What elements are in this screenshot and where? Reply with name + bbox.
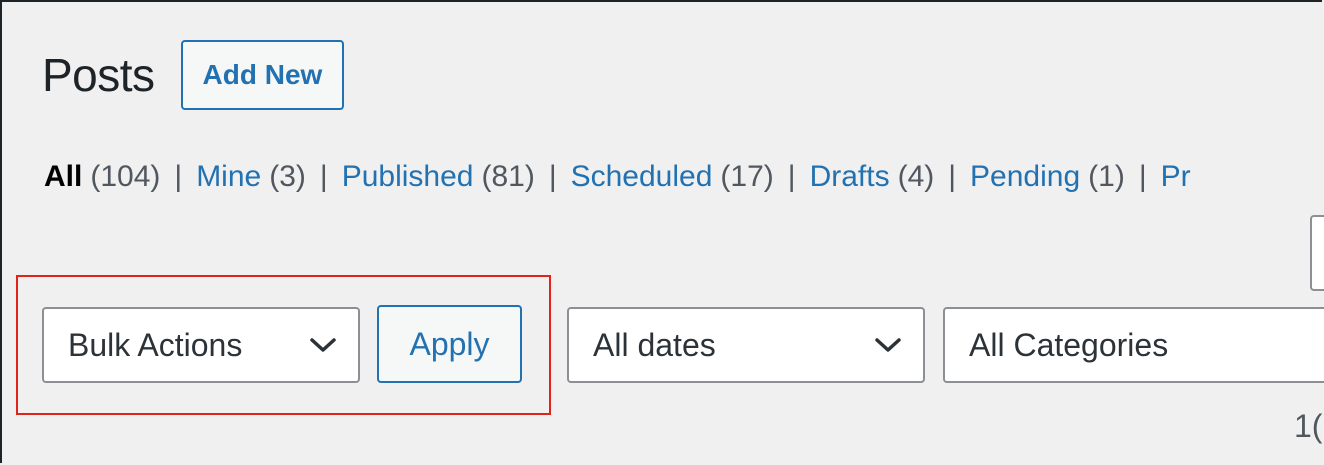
items-count: 1( bbox=[1294, 408, 1323, 444]
add-new-button[interactable]: Add New bbox=[180, 40, 345, 110]
filter-separator: | bbox=[174, 160, 183, 193]
chevron-down-icon bbox=[875, 338, 901, 352]
filter-pending-link[interactable]: Pending bbox=[970, 160, 1080, 194]
filter-separator: | bbox=[319, 160, 328, 193]
filter-separator: | bbox=[787, 160, 796, 193]
chevron-down-icon bbox=[310, 338, 336, 352]
filter-published-link[interactable]: Published bbox=[342, 160, 474, 194]
filter-pending-count: (1) bbox=[1088, 160, 1125, 193]
bulk-actions-select[interactable]: Bulk Actions bbox=[42, 307, 360, 383]
filter-published-count: (81) bbox=[481, 160, 535, 193]
search-box-partial[interactable] bbox=[1310, 215, 1324, 291]
filter-drafts-count: (4) bbox=[897, 160, 935, 193]
dates-filter-value: All dates bbox=[593, 326, 716, 363]
filter-separator: | bbox=[1138, 160, 1147, 193]
page-title: Posts bbox=[42, 49, 155, 101]
dates-filter-select[interactable]: All dates bbox=[567, 307, 925, 383]
filter-all-count: (104) bbox=[90, 160, 161, 193]
filter-scheduled-link[interactable]: Scheduled bbox=[571, 160, 713, 194]
filter-mine-link[interactable]: Mine bbox=[196, 160, 261, 194]
bulk-actions-value: Bulk Actions bbox=[68, 326, 243, 363]
filter-separator: | bbox=[548, 160, 557, 193]
apply-button[interactable]: Apply bbox=[377, 305, 522, 383]
categories-filter-value: All Categories bbox=[969, 326, 1169, 363]
filter-mine-count: (3) bbox=[269, 160, 306, 193]
categories-filter-select[interactable]: All Categories bbox=[943, 307, 1324, 383]
filter-drafts-link[interactable]: Drafts bbox=[810, 160, 890, 194]
page-header: Posts Add New bbox=[42, 40, 345, 110]
filter-all-link[interactable]: All bbox=[44, 160, 82, 194]
filter-separator: | bbox=[948, 160, 957, 193]
filter-scheduled-count: (17) bbox=[720, 160, 774, 193]
filter-private-link[interactable]: Pr bbox=[1161, 160, 1191, 194]
status-filter-links: All (104) | Mine (3) | Published (81) | … bbox=[44, 160, 1191, 194]
